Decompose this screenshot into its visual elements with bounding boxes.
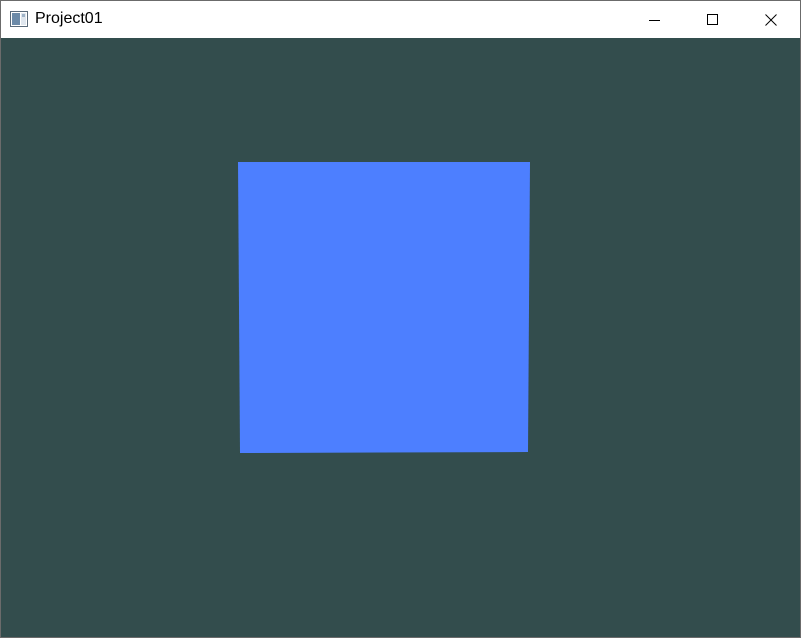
maximize-icon xyxy=(707,13,719,26)
close-icon xyxy=(765,13,777,26)
window-app-icon[interactable] xyxy=(10,11,28,27)
scene-canvas xyxy=(238,162,530,453)
title-bar[interactable]: Project01 xyxy=(1,1,800,38)
rendered-quad xyxy=(238,162,530,453)
close-button[interactable] xyxy=(742,1,800,38)
application-window: Project01 xyxy=(0,0,801,638)
minimize-button[interactable] xyxy=(626,1,684,38)
maximize-button[interactable] xyxy=(684,1,742,38)
render-viewport[interactable] xyxy=(1,38,800,637)
window-title: Project01 xyxy=(35,10,103,27)
minimize-icon xyxy=(649,14,661,26)
